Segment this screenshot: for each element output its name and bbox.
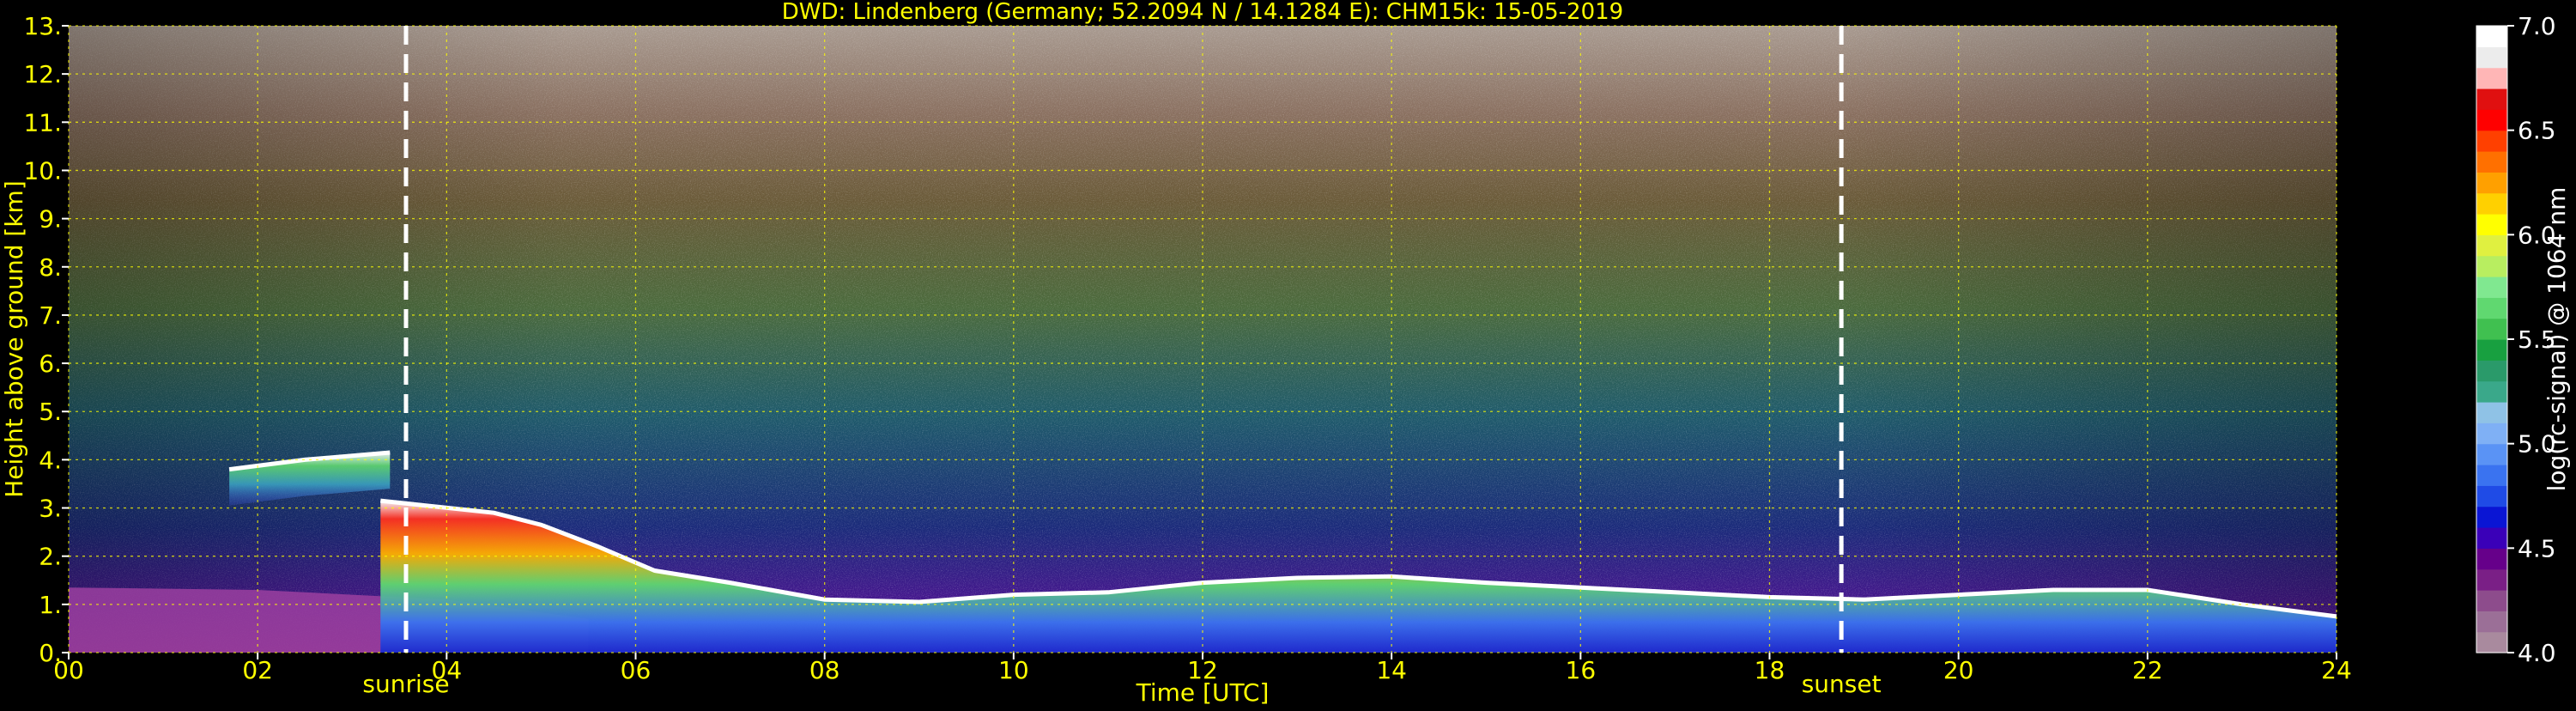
colorbar-segment: [2476, 402, 2507, 423]
colorbar-segment: [2476, 88, 2507, 110]
y-tick-label: 9.: [39, 205, 62, 234]
y-tick-label: 0.: [39, 639, 62, 667]
sun-labels: sunrise sunset: [362, 670, 1881, 698]
colorbar-label: log(rc-signal) @ 1064 nm: [2543, 187, 2571, 492]
y-tick-label: 7.: [39, 301, 62, 330]
colorbar-tick-label: 4.0: [2518, 639, 2556, 667]
colorbar-segment: [2476, 46, 2507, 69]
colorbar-segment: [2476, 422, 2507, 445]
colorbar-segment: [2476, 151, 2507, 173]
colorbar-segment: [2476, 590, 2507, 611]
y-tick-label: 13.: [23, 12, 62, 40]
colorbar-segment: [2476, 443, 2507, 465]
chart-title: DWD: Lindenberg (Germany; 52.2094 N / 14…: [782, 0, 1623, 25]
y-tick-label: 12.: [23, 60, 62, 88]
colorbar-segment: [2476, 26, 2507, 47]
colorbar-segment: [2476, 214, 2507, 235]
colorbar-segment: [2476, 631, 2507, 653]
colorbar-segment: [2476, 568, 2507, 591]
colorbar-segment: [2476, 67, 2507, 89]
colorbar-segment: [2476, 360, 2507, 382]
colorbar-segment: [2476, 465, 2507, 486]
colorbar-segment: [2476, 339, 2507, 361]
colorbar-segment: [2476, 255, 2507, 277]
sun-label-sunrise: sunrise: [362, 670, 449, 698]
x-tick-label: 02: [242, 656, 273, 684]
y-tick-label: 11.: [23, 108, 62, 137]
x-tick-label: 12: [1187, 656, 1218, 684]
colorbar-tick-label: 7.0: [2518, 12, 2556, 40]
x-tick-label: 24: [2321, 656, 2352, 684]
colorbar-segment: [2476, 548, 2507, 570]
lidar-backscatter-figure: DWD: Lindenberg (Germany; 52.2094 N / 14…: [0, 0, 2576, 708]
x-tick-label: 10: [998, 656, 1029, 684]
y-tick-label: 4.: [39, 446, 62, 474]
y-tick-label: 3.: [39, 495, 62, 523]
colorbar-segment: [2476, 297, 2507, 319]
y-tick-label: 10.: [23, 156, 62, 185]
colorbar-segment: [2476, 109, 2507, 131]
x-tick-label: 22: [2132, 656, 2163, 684]
colorbar-segment: [2476, 611, 2507, 633]
colorbar-segment: [2476, 172, 2507, 194]
y-tick-label: 8.: [39, 253, 62, 282]
colorbar-segment: [2476, 380, 2507, 403]
plot-svg: DWD: Lindenberg (Germany; 52.2094 N / 14…: [0, 0, 2571, 707]
x-tick-label: 20: [1943, 656, 1974, 684]
y-axis-label: Height above ground [km]: [0, 180, 28, 498]
x-tick-label: 06: [621, 656, 652, 684]
y-tick-label: 1.: [39, 591, 62, 619]
y-axis-ticks: 0. 1. 2. 3. 4. 5. 6. 7. 8. 9. 10. 11. 12. 13.: [23, 12, 69, 667]
colorbar-segment: [2476, 506, 2507, 528]
colorbar-segment: [2476, 234, 2507, 257]
colorbar-tick-label: 6.5: [2518, 117, 2556, 145]
x-tick-label: 08: [809, 656, 840, 684]
colorbar-segment: [2476, 485, 2507, 507]
x-tick-label: 18: [1755, 656, 1785, 684]
sun-label-sunset: sunset: [1802, 670, 1882, 698]
y-tick-label: 2.: [39, 543, 62, 571]
colorbar-tick-label: 4.5: [2518, 534, 2556, 562]
y-tick-label: 6.: [39, 349, 62, 378]
colorbar-segment: [2476, 130, 2507, 152]
colorbar-segment: [2476, 318, 2507, 340]
y-tick-label: 5.: [39, 398, 62, 426]
colorbar-segment: [2476, 276, 2507, 298]
colorbar-segment: [2476, 527, 2507, 549]
x-tick-label: 16: [1566, 656, 1597, 684]
plot-area: [68, 25, 2337, 653]
colorbar: [2476, 25, 2508, 653]
colorbar-segment: [2476, 192, 2507, 215]
x-tick-label: 14: [1376, 656, 1407, 684]
